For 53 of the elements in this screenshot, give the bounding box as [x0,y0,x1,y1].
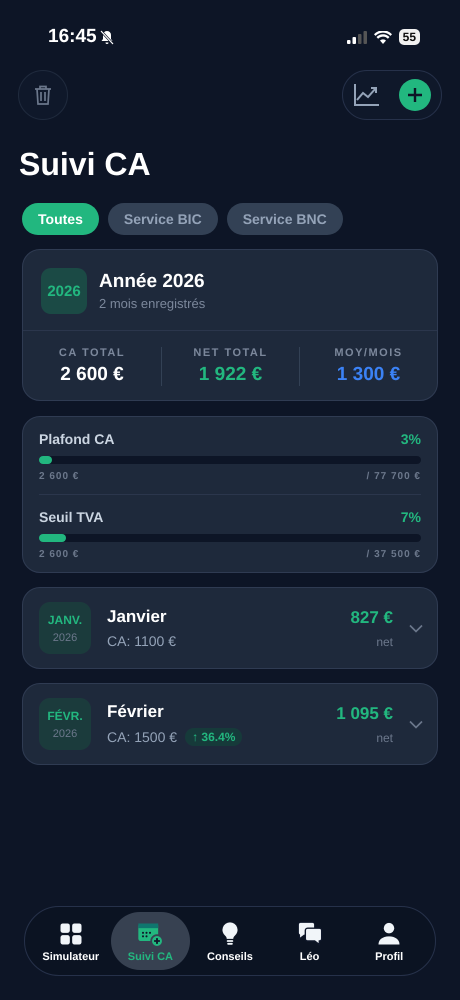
filter-chip[interactable]: Service BNC [226,203,343,235]
chat-bubbles-icon [296,920,324,948]
page-title: Suivi CA [19,146,152,183]
stat-label: NET TOTAL [193,347,268,359]
tab-item[interactable]: Simulateur [31,912,111,970]
month-card[interactable]: JANV. 2026 Janvier CA: 1100 € 827 € net [22,587,438,669]
limit-label: Seuil TVA [39,509,104,525]
limit-current: 2 600 € [39,549,80,560]
trash-icon [33,84,53,106]
signal-icon [346,30,367,44]
month-revenue: CA: 1100 € [107,633,176,649]
stat-label: MOY/MOIS [334,347,403,359]
chart-icon[interactable] [353,83,381,107]
tab-item[interactable]: Léo [270,912,350,970]
stat-value: 1 300 € [336,364,400,386]
month-revenue: CA: 1500 € [107,729,178,745]
limit-current: 2 600 € [39,471,80,482]
add-button[interactable] [399,79,431,111]
month-net: 1 095 € [336,704,393,724]
status-time: 16:45 [48,26,97,48]
year-title: Année 2026 [99,271,206,293]
month-year: 2026 [52,728,78,740]
limit-label: Plafond CA [39,431,114,447]
limit-percent: 3% [400,431,421,447]
chevron-icon[interactable] [409,720,423,728]
plus-icon [407,87,423,103]
chevron-icon[interactable] [409,624,423,632]
limit-max: / 77 700 € [366,471,421,482]
tab-item[interactable]: Suivi CA [110,912,190,970]
month-card[interactable]: FÉVR. 2026 Février CA: 1500 € ↑ 36.4% 1 095 € net [22,683,438,765]
stat-value: 2 600 € [60,364,124,386]
year-badge: 2026 [41,268,87,314]
stat-value: 1 922 € [198,364,262,386]
battery-level: 55 [398,29,420,45]
bell-off-icon [100,30,114,44]
limit-percent: 7% [400,509,421,525]
tab-item[interactable]: Conseils [190,912,270,970]
month-abbr: FÉVR. [47,708,83,722]
tab-item[interactable]: Profil [349,912,429,970]
month-net: 827 € [350,608,393,628]
wifi-icon [374,30,392,44]
month-abbr: JANV. [48,612,82,626]
year-subtitle: 2 mois enregistrés [99,296,206,311]
limit-max: / 37 500 € [366,549,421,560]
month-name: Février [107,702,165,722]
month-year: 2026 [52,632,78,644]
net-label: net [376,730,393,744]
filter-chip[interactable]: Service BIC [108,203,218,235]
growth-badge: ↑ 36.4% [185,728,242,746]
month-name: Janvier [107,607,168,627]
stat-label: CA TOTAL [58,347,126,359]
net-label: net [376,634,393,648]
delete-button[interactable] [18,70,68,120]
